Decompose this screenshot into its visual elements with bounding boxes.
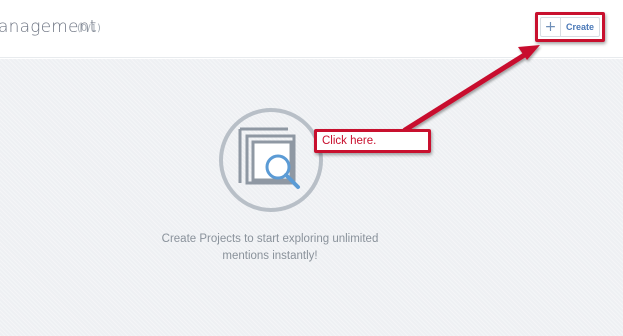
annotation-callout: Click here.: [314, 129, 431, 153]
annotation-arrow: [402, 45, 540, 133]
